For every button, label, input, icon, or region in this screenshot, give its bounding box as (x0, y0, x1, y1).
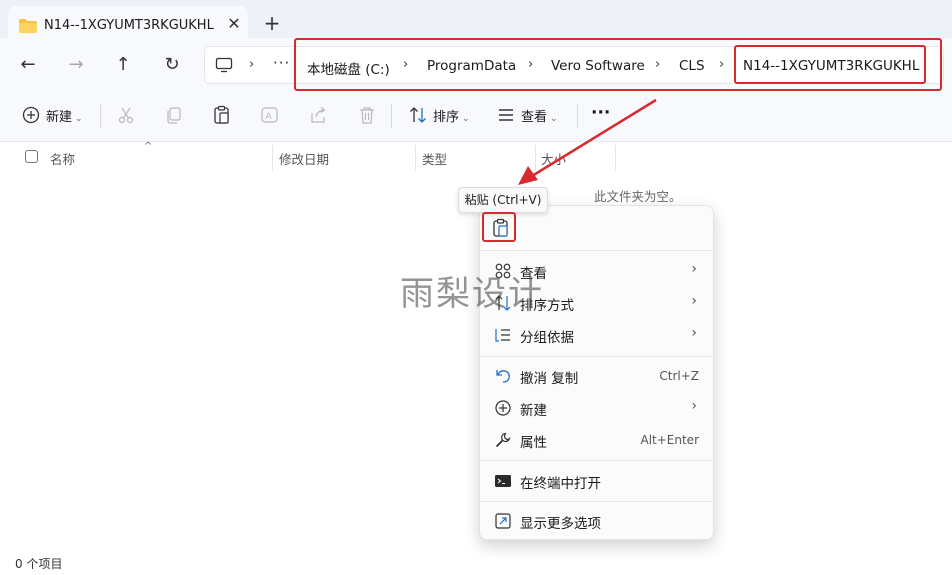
copy-icon[interactable] (163, 104, 185, 126)
sort-icon[interactable] (407, 104, 429, 126)
breadcrumb-cls[interactable]: CLS (679, 58, 705, 74)
chevron-down-icon: ⌄ (75, 114, 83, 124)
view-button[interactable]: 查看 ⌄ (521, 106, 558, 126)
chevron-right-icon: › (691, 293, 697, 309)
menu-item-label: 显示更多选项 (520, 516, 601, 532)
more-options-button[interactable]: ··· (591, 103, 610, 123)
column-divider[interactable] (415, 145, 416, 171)
group-icon (495, 329, 510, 342)
column-modified-date[interactable]: 修改日期 (279, 149, 329, 168)
menu-item-label: 新建 (520, 403, 547, 419)
chevron-right-icon: › (691, 261, 697, 277)
menu-item-group-by[interactable]: 分组依据 › (480, 320, 715, 350)
undo-icon (496, 370, 510, 383)
chevron-right-icon: › (691, 398, 697, 414)
refresh-icon[interactable]: ↻ (160, 53, 184, 77)
column-name[interactable]: 名称 (50, 149, 75, 168)
sort-label: 排序 (433, 110, 460, 125)
menu-item-show-more-options[interactable]: 显示更多选项 (480, 506, 715, 536)
chevron-right-icon[interactable]: › (403, 57, 408, 72)
chevron-right-icon: › (691, 325, 697, 341)
new-icon (495, 400, 511, 416)
breadcrumb-programdata[interactable]: ProgramData (427, 58, 516, 74)
folder-icon (19, 19, 37, 33)
share-icon[interactable] (307, 104, 329, 126)
menu-item-label: 查看 (520, 266, 547, 282)
divider (391, 104, 392, 128)
delete-icon[interactable] (356, 104, 378, 126)
computer-icon[interactable] (215, 57, 233, 73)
column-header-row: ^ 名称 修改日期 类型 大小 (0, 141, 952, 171)
address-bar[interactable]: › ··· 本地磁盘 (C:) › ProgramData › Vero Sof… (204, 46, 944, 84)
paste-tooltip: 粘贴 (Ctrl+V) (458, 187, 548, 213)
paste-icon[interactable] (488, 215, 514, 241)
sort-up-icon: ^ (144, 141, 153, 152)
more-icon[interactable]: ··· (273, 54, 290, 72)
select-all-checkbox[interactable] (25, 150, 38, 163)
breadcrumb-drive[interactable]: 本地磁盘 (C:) (307, 58, 390, 78)
sort-icon (495, 295, 511, 311)
chevron-right-icon[interactable]: › (249, 57, 254, 72)
column-type[interactable]: 类型 (422, 149, 447, 168)
column-divider[interactable] (615, 145, 616, 171)
terminal-icon (495, 475, 511, 487)
rename-icon[interactable]: A (259, 104, 281, 126)
tab-title: N14--1XGYUMT3RKGUKHL (44, 18, 214, 33)
column-divider[interactable] (535, 145, 536, 171)
menu-item-label: 排序方式 (520, 298, 574, 314)
close-icon[interactable]: ✕ (224, 14, 244, 34)
menu-item-label: 撤消 复制 (520, 371, 579, 387)
chevron-down-icon: ⌄ (462, 114, 470, 124)
paste-icon[interactable] (211, 104, 233, 126)
column-size[interactable]: 大小 (541, 149, 566, 168)
empty-folder-message: 此文件夹为空。 (594, 189, 682, 204)
menu-item-sort-by[interactable]: 排序方式 › (480, 288, 715, 318)
svg-text:A: A (266, 112, 273, 122)
divider (100, 104, 101, 128)
menu-item-open-in-terminal[interactable]: 在终端中打开 (480, 466, 715, 496)
menu-item-properties[interactable]: 属性 Alt+Enter (480, 425, 715, 455)
breadcrumb-current-folder[interactable]: N14--1XGYUMT3RKGUKHL (743, 58, 919, 74)
properties-icon (495, 432, 511, 448)
column-divider[interactable] (272, 145, 273, 171)
menu-divider (481, 460, 714, 461)
menu-divider (481, 250, 714, 251)
chevron-right-icon[interactable]: › (655, 57, 660, 72)
menu-item-undo-copy[interactable]: 撤消 复制 Ctrl+Z (480, 361, 715, 391)
menu-item-label: 属性 (520, 435, 547, 451)
menu-divider (481, 501, 714, 502)
forward-arrow-icon[interactable]: → (64, 53, 88, 77)
view-list-icon[interactable] (495, 104, 517, 126)
sort-button[interactable]: 排序 ⌄ (433, 106, 470, 126)
status-item-count: 0 个项目 (15, 557, 63, 571)
menu-item-view[interactable]: 查看 › (480, 256, 715, 286)
chevron-right-icon[interactable]: › (528, 57, 533, 72)
view-grid-icon (495, 263, 511, 279)
menu-item-shortcut: Ctrl+Z (659, 369, 699, 383)
menu-item-label: 分组依据 (520, 330, 574, 346)
chevron-down-icon: ⌄ (550, 114, 558, 124)
breadcrumb-vero-software[interactable]: Vero Software (551, 58, 645, 74)
new-tab-button[interactable]: + (262, 13, 282, 33)
navigation-bar: ← → ↑ ↻ › ··· 本地磁盘 (C:) › ProgramData › … (0, 38, 952, 90)
new-button[interactable]: 新建 ⌄ (46, 106, 83, 126)
new-label: 新建 (46, 110, 73, 125)
divider (577, 104, 578, 128)
view-label: 查看 (521, 110, 548, 125)
up-arrow-icon[interactable]: ↑ (111, 53, 135, 77)
new-icon[interactable] (20, 104, 42, 126)
menu-divider (481, 356, 714, 357)
chevron-right-icon[interactable]: › (719, 57, 724, 72)
menu-item-label: 在终端中打开 (520, 476, 601, 492)
back-arrow-icon[interactable]: ← (16, 53, 40, 77)
more-options-icon (495, 513, 511, 529)
context-menu: 查看 › 排序方式 › 分组依据 › 撤消 复制 Ctrl+Z 新建 › 属性 … (479, 205, 714, 540)
cut-icon[interactable] (115, 104, 137, 126)
menu-item-new[interactable]: 新建 › (480, 393, 715, 423)
menu-item-shortcut: Alt+Enter (640, 433, 699, 447)
command-bar: 新建 ⌄ A 排序 ⌄ 查看 ⌄ ··· (0, 90, 952, 142)
